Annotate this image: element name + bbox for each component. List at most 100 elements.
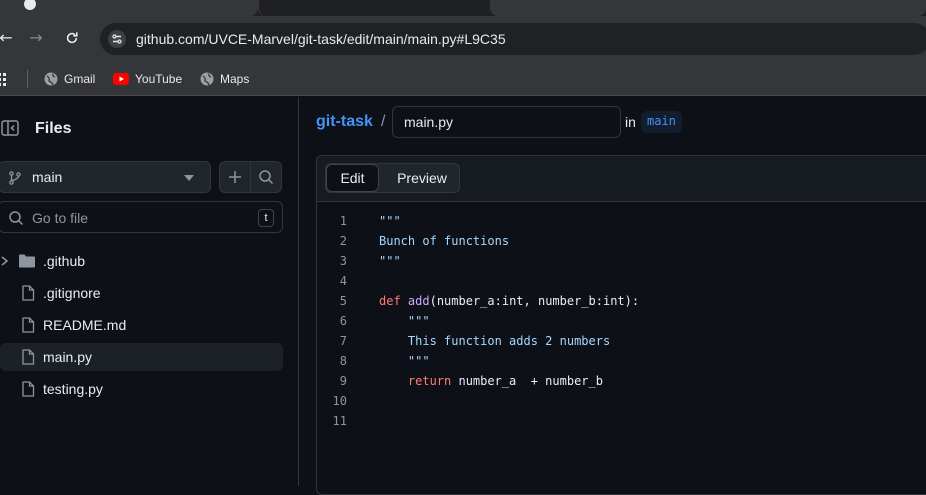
browser-tab[interactable] (0, 0, 258, 16)
return-expression: number_a + number_b (451, 374, 603, 388)
filename-input[interactable]: main.py (392, 106, 621, 138)
chevron-right-icon[interactable] (0, 256, 10, 266)
branch-badge: main (641, 111, 682, 133)
code-text: """ (379, 314, 430, 328)
tree-item-label: testing.py (43, 381, 103, 397)
path-separator: / (381, 113, 386, 130)
bookmark-label: Gmail (64, 72, 96, 86)
youtube-icon (113, 73, 129, 85)
tree-item-readme[interactable]: README.md (0, 311, 283, 339)
code-text: """ (379, 254, 401, 268)
bookmark-maps[interactable]: Maps (200, 69, 249, 89)
apps-grid-icon[interactable] (0, 69, 16, 89)
code-line[interactable]: 1 """ (317, 211, 926, 231)
code-text: """ (379, 214, 401, 228)
edit-preview-toggle: Edit Preview (325, 163, 460, 193)
line-number: 5 (339, 294, 347, 308)
branch-name: main (32, 169, 63, 185)
code-text: """ (379, 354, 430, 368)
line-number: 4 (339, 274, 347, 288)
address-bar[interactable]: github.com/UVCE-Marvel/git-task/edit/mai… (100, 23, 926, 55)
browser-toolbar: ← → github.com/UVCE-Marvel/git-task/edit… (0, 16, 926, 62)
code-line[interactable]: 2 Bunch of functions (317, 231, 926, 251)
code-line[interactable]: 10 (317, 391, 926, 411)
tab-preview[interactable]: Preview (386, 164, 458, 192)
go-to-file-input[interactable]: Go to file t (0, 201, 283, 233)
site-settings-icon[interactable] (108, 30, 126, 48)
tree-item-label: .gitignore (43, 285, 101, 301)
browser-tab[interactable] (490, 0, 926, 16)
code-line[interactable]: 4 (317, 271, 926, 291)
sidebar-collapse-icon (1, 120, 19, 136)
tab-edit[interactable]: Edit (326, 164, 379, 192)
search-icon (259, 170, 274, 185)
bookmark-gmail[interactable]: Gmail (44, 69, 95, 89)
bookmark-label: YouTube (135, 72, 183, 86)
function-name: add (407, 294, 430, 308)
tree-item-label: main.py (43, 349, 93, 365)
plus-icon (229, 171, 241, 183)
keyword-return: return (379, 374, 452, 388)
code-line[interactable]: 3 """ (317, 251, 926, 271)
bookmarks-bar: Gmail YouTube Maps (0, 62, 926, 96)
code-line[interactable]: 11 (317, 411, 926, 431)
globe-icon (44, 72, 58, 86)
line-number: 8 (339, 354, 347, 368)
code-text: This function adds 2 numbers (379, 334, 611, 348)
keyword-def: def (379, 294, 408, 308)
url-text: github.com/UVCE-Marvel/git-task/edit/mai… (136, 31, 506, 47)
repo-link[interactable]: git-task (316, 113, 373, 131)
editor-main: git-task / main.py in main Edit Preview … (300, 97, 926, 495)
go-to-file-placeholder: Go to file (32, 210, 89, 226)
branch-selector[interactable]: main (0, 161, 211, 193)
file-icon (22, 349, 35, 365)
git-branch-icon (9, 171, 21, 185)
file-icon (22, 381, 35, 397)
code-text: return number_a + number_b (379, 371, 603, 391)
files-heading: Files (35, 120, 72, 137)
code-editor[interactable]: Edit Preview 1 """ 2 Bunch of functions 3 "… (316, 155, 926, 495)
tree-item-gitignore[interactable]: .gitignore (0, 279, 283, 307)
editor-header: Edit Preview (317, 156, 926, 202)
forward-arrow-icon[interactable]: → (22, 24, 50, 52)
collapse-sidebar-button[interactable] (0, 118, 22, 140)
line-number: 1 (339, 214, 347, 228)
tab-favicon-icon (24, 0, 36, 10)
code-line[interactable]: 6 """ (317, 311, 926, 331)
tree-item-label: README.md (43, 317, 127, 333)
line-number: 2 (339, 234, 347, 248)
code-line[interactable]: 5 def add(number_a:int, number_b:int): (317, 291, 926, 311)
file-tree-sidebar: Files main Go to file t .github .gitigno… (0, 97, 299, 486)
line-number: 11 (332, 414, 347, 428)
search-files-button[interactable] (250, 161, 282, 193)
search-icon (9, 211, 24, 226)
back-arrow-icon[interactable]: ← (0, 24, 20, 52)
browser-tab-strip (0, 0, 926, 16)
line-number: 6 (339, 314, 347, 328)
in-label: in (625, 114, 636, 130)
bookmark-label: Maps (220, 72, 250, 86)
function-signature: (number_a:int, number_b:int): (429, 294, 640, 308)
file-icon (22, 317, 35, 333)
file-icon (22, 285, 35, 301)
line-number: 3 (339, 254, 347, 268)
bookmark-youtube[interactable]: YouTube (113, 69, 182, 89)
tree-item-main-py[interactable]: main.py (0, 343, 283, 371)
folder-icon (19, 254, 35, 268)
globe-icon (200, 72, 214, 86)
line-number: 9 (339, 374, 347, 388)
code-line[interactable]: 7 This function adds 2 numbers (317, 331, 926, 351)
caret-down-icon (184, 175, 194, 181)
add-file-button[interactable] (219, 161, 251, 193)
code-line[interactable]: 9 return number_a + number_b (317, 371, 926, 391)
tree-item-testing-py[interactable]: testing.py (0, 375, 283, 403)
bookmarks-divider (27, 70, 28, 88)
tree-item-github-folder[interactable]: .github (0, 247, 283, 275)
line-number: 7 (339, 334, 347, 348)
code-line[interactable]: 8 """ (317, 351, 926, 371)
code-text: def add(number_a:int, number_b:int): (379, 291, 639, 311)
keyboard-shortcut-hint: t (258, 209, 274, 227)
tree-item-label: .github (43, 253, 86, 269)
browser-tab-active[interactable] (258, 0, 488, 16)
reload-icon[interactable] (58, 24, 86, 52)
